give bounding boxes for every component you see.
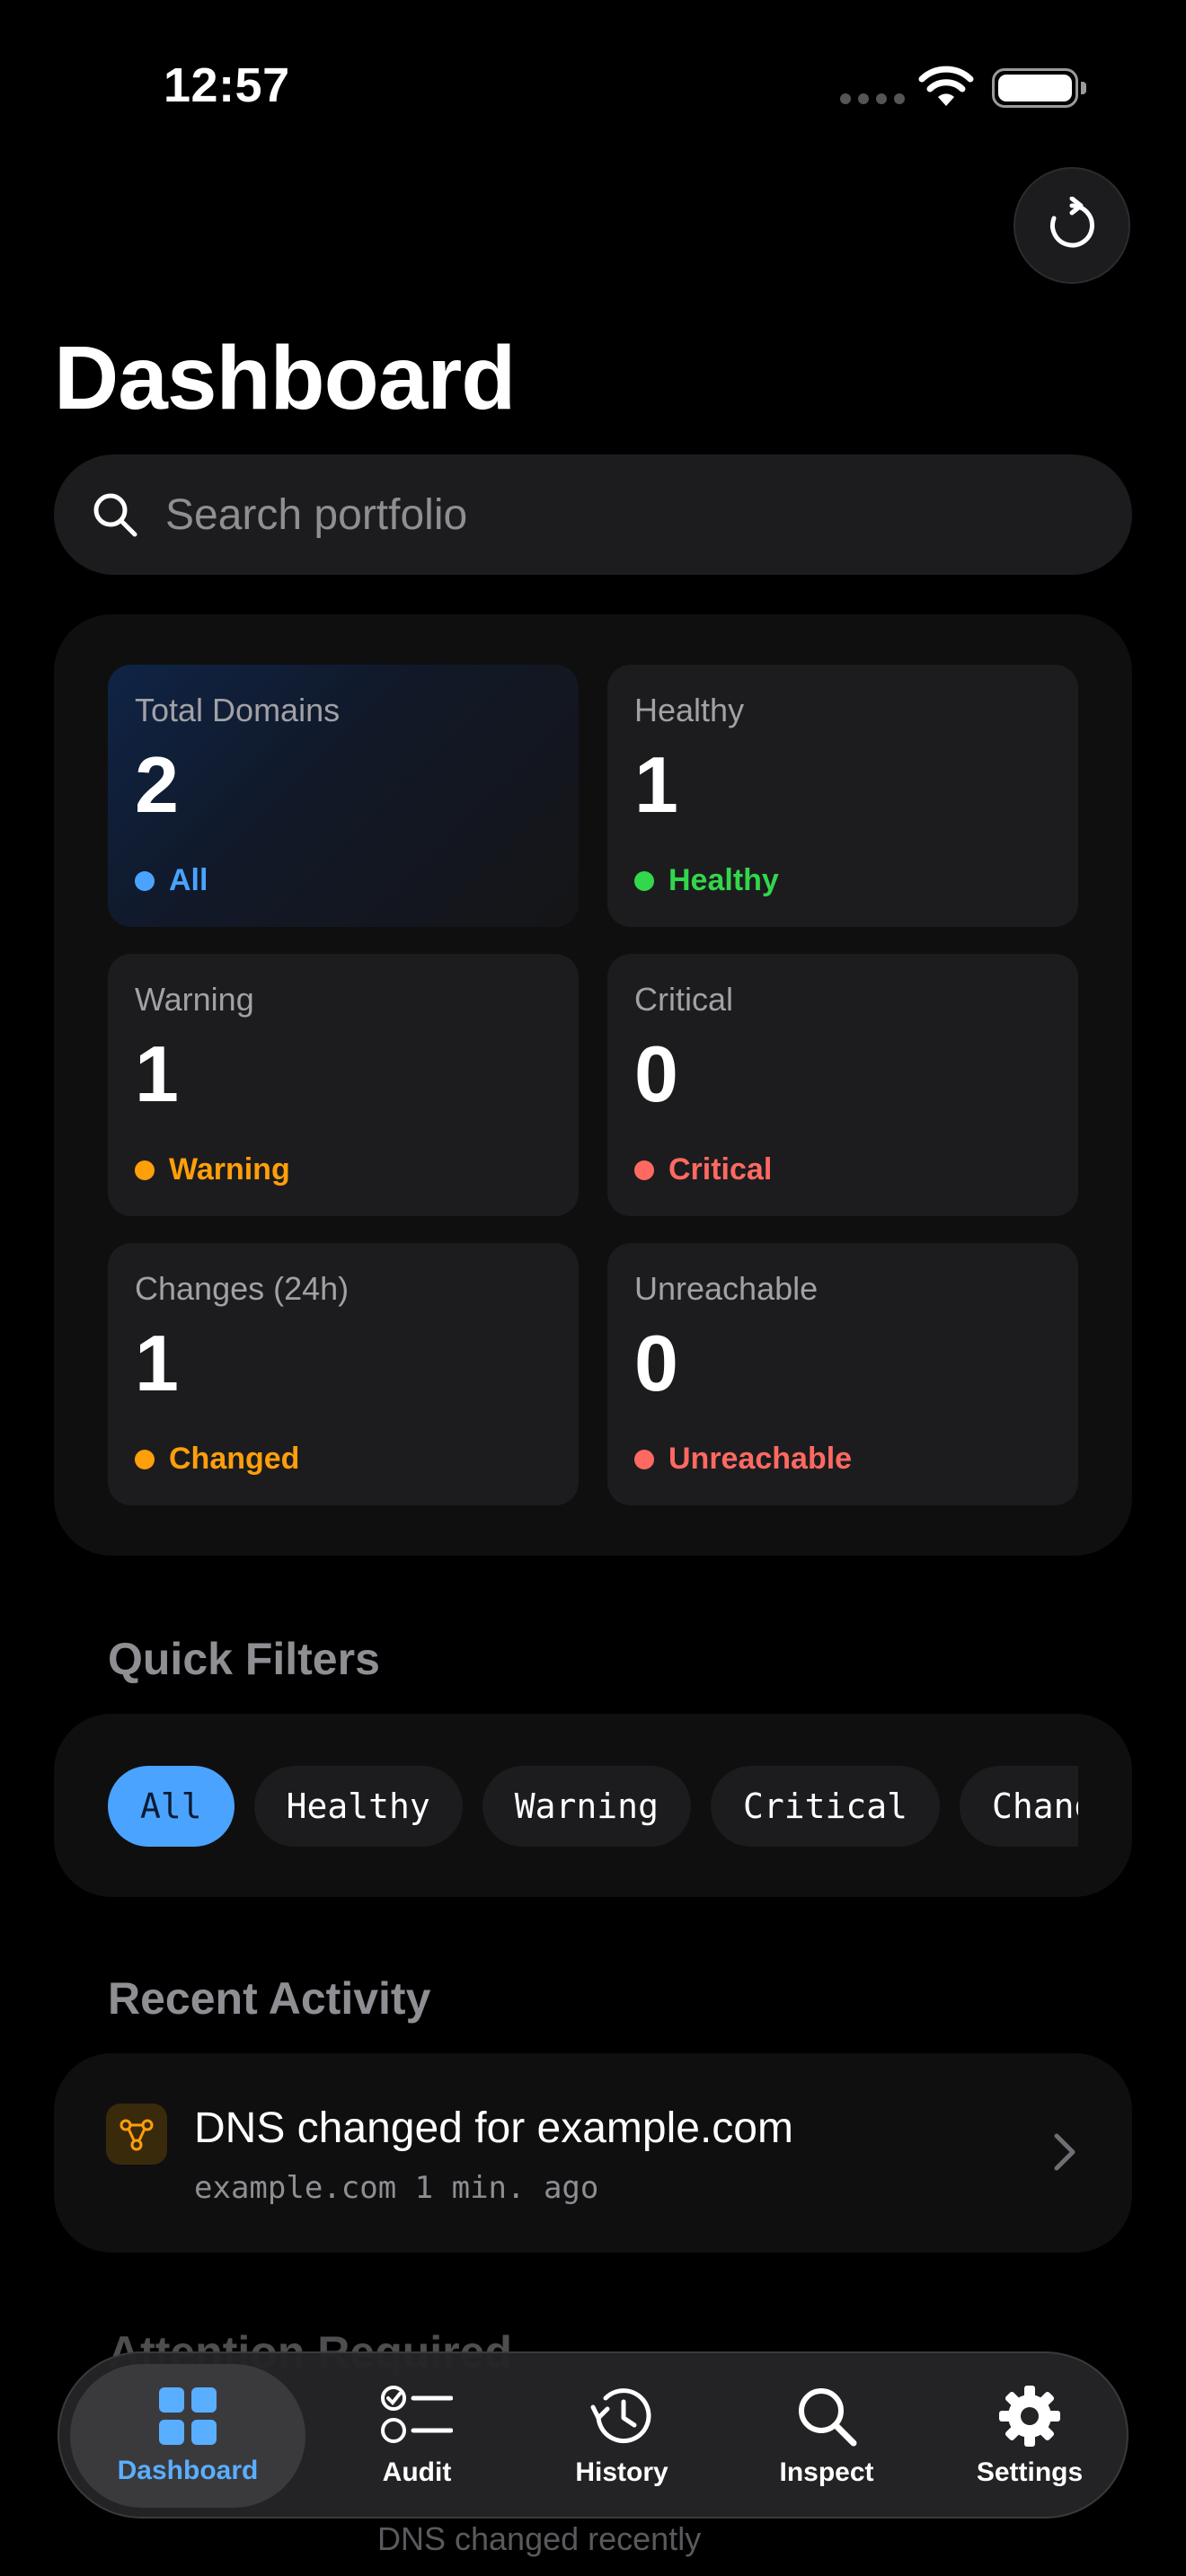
stat-value: 1: [634, 740, 678, 829]
activity-title: DNS changed for example.com: [194, 2104, 793, 2152]
search-icon: [799, 2388, 857, 2447]
quick-filters-title: Quick Filters: [108, 1634, 380, 1684]
status-dot: [634, 1160, 654, 1180]
grid-icon: [159, 2387, 217, 2445]
filter-chip-row[interactable]: AllHealthyWarningCriticalChanged: [108, 1766, 1078, 1847]
status-bar: 12:57: [0, 0, 1186, 171]
status-dot: [634, 870, 654, 891]
filter-chip-all[interactable]: All: [108, 1766, 235, 1847]
stat-card-changes[interactable]: Changes (24h) 1 Changed: [108, 1243, 579, 1505]
status-dot: [135, 1449, 155, 1469]
stat-label: Healthy: [634, 692, 745, 728]
tab-dashboard[interactable]: Dashboard: [70, 2364, 305, 2508]
status-time: 12:57: [164, 58, 290, 112]
filter-chip-healthy[interactable]: Healthy: [253, 1766, 463, 1847]
battery-icon: [992, 68, 1086, 108]
dns-network-icon: [106, 2104, 167, 2165]
stat-tag: Changed: [135, 1442, 299, 1477]
tab-label: Settings: [976, 2457, 1084, 2487]
activity-domain: example.com: [194, 2170, 397, 2206]
status-dot: [135, 1160, 155, 1180]
status-dot: [634, 1449, 654, 1469]
stat-card-unreachable[interactable]: Unreachable 0 Unreachable: [607, 1243, 1078, 1505]
tab-history[interactable]: History: [532, 2364, 712, 2508]
activity-time: 1 min. ago: [414, 2170, 599, 2206]
quick-filters-panel: AllHealthyWarningCriticalChanged: [54, 1714, 1132, 1897]
stat-tag: All: [135, 863, 208, 898]
search-icon: [93, 493, 137, 537]
wifi-icon: [918, 66, 974, 106]
chevron-right-icon: [1054, 2133, 1075, 2171]
tab-label: History: [575, 2457, 668, 2487]
search-bar[interactable]: [54, 454, 1132, 575]
stats-panel: Total Domains 2 All Healthy 1 Healthy Wa…: [54, 614, 1132, 1556]
stat-label: Total Domains: [135, 692, 341, 728]
stat-card-warning[interactable]: Warning 1 Warning: [108, 954, 579, 1216]
stat-card-total-domains[interactable]: Total Domains 2 All: [108, 665, 579, 927]
status-dot: [135, 870, 155, 891]
stat-tag: Warning: [135, 1152, 290, 1187]
refresh-icon: [1050, 197, 1094, 248]
filter-chip-critical[interactable]: Critical: [710, 1766, 940, 1847]
gear-icon: [999, 2386, 1060, 2447]
stat-label: Unreachable: [634, 1270, 819, 1307]
tab-settings[interactable]: Settings: [940, 2364, 1120, 2508]
stat-value: 0: [634, 1319, 678, 1407]
tab-inspect[interactable]: Inspect: [737, 2364, 916, 2508]
stat-card-healthy[interactable]: Healthy 1 Healthy: [607, 665, 1078, 927]
activity-meta: example.com 1 min. ago: [194, 2170, 598, 2206]
filter-chip-changed[interactable]: Changed: [959, 1766, 1078, 1847]
checklist-icon: [381, 2386, 453, 2443]
history-icon: [590, 2388, 651, 2444]
tab-label: Dashboard: [117, 2456, 259, 2485]
activity-item[interactable]: DNS changed for example.com example.com …: [54, 2053, 1132, 2253]
stat-tag-label: Warning: [169, 1152, 290, 1187]
page-title: Dashboard: [54, 328, 516, 428]
stat-tag-label: Critical: [668, 1152, 773, 1187]
recent-activity-title: Recent Activity: [108, 1973, 431, 2024]
stat-tag: Critical: [634, 1152, 772, 1187]
search-input[interactable]: [165, 490, 974, 540]
stat-label: Changes (24h): [135, 1270, 350, 1307]
stat-label: Critical: [634, 981, 734, 1018]
refresh-button[interactable]: [1013, 167, 1130, 284]
cellular-signal-icon: [840, 93, 905, 104]
stat-value: 0: [634, 1029, 678, 1118]
stat-card-critical[interactable]: Critical 0 Critical: [607, 954, 1078, 1216]
stat-tag: Unreachable: [634, 1442, 852, 1477]
attention-item-subtitle: DNS changed recently: [377, 2520, 702, 2557]
stat-tag-label: Healthy: [668, 863, 779, 897]
tab-audit[interactable]: Audit: [327, 2364, 507, 2508]
tab-label: Audit: [382, 2457, 452, 2487]
tab-label: Inspect: [779, 2457, 874, 2487]
stat-value: 1: [135, 1029, 179, 1118]
tab-bar: Dashboard Audit History Inspect Settings: [58, 2351, 1128, 2519]
filter-chip-warning[interactable]: Warning: [482, 1766, 691, 1847]
stat-tag: Healthy: [634, 863, 779, 898]
stat-value: 1: [135, 1319, 179, 1407]
stat-tag-label: Changed: [169, 1442, 300, 1476]
stat-tag-label: All: [169, 863, 208, 897]
stat-label: Warning: [135, 981, 254, 1018]
stat-value: 2: [135, 740, 179, 829]
stat-tag-label: Unreachable: [668, 1442, 853, 1476]
